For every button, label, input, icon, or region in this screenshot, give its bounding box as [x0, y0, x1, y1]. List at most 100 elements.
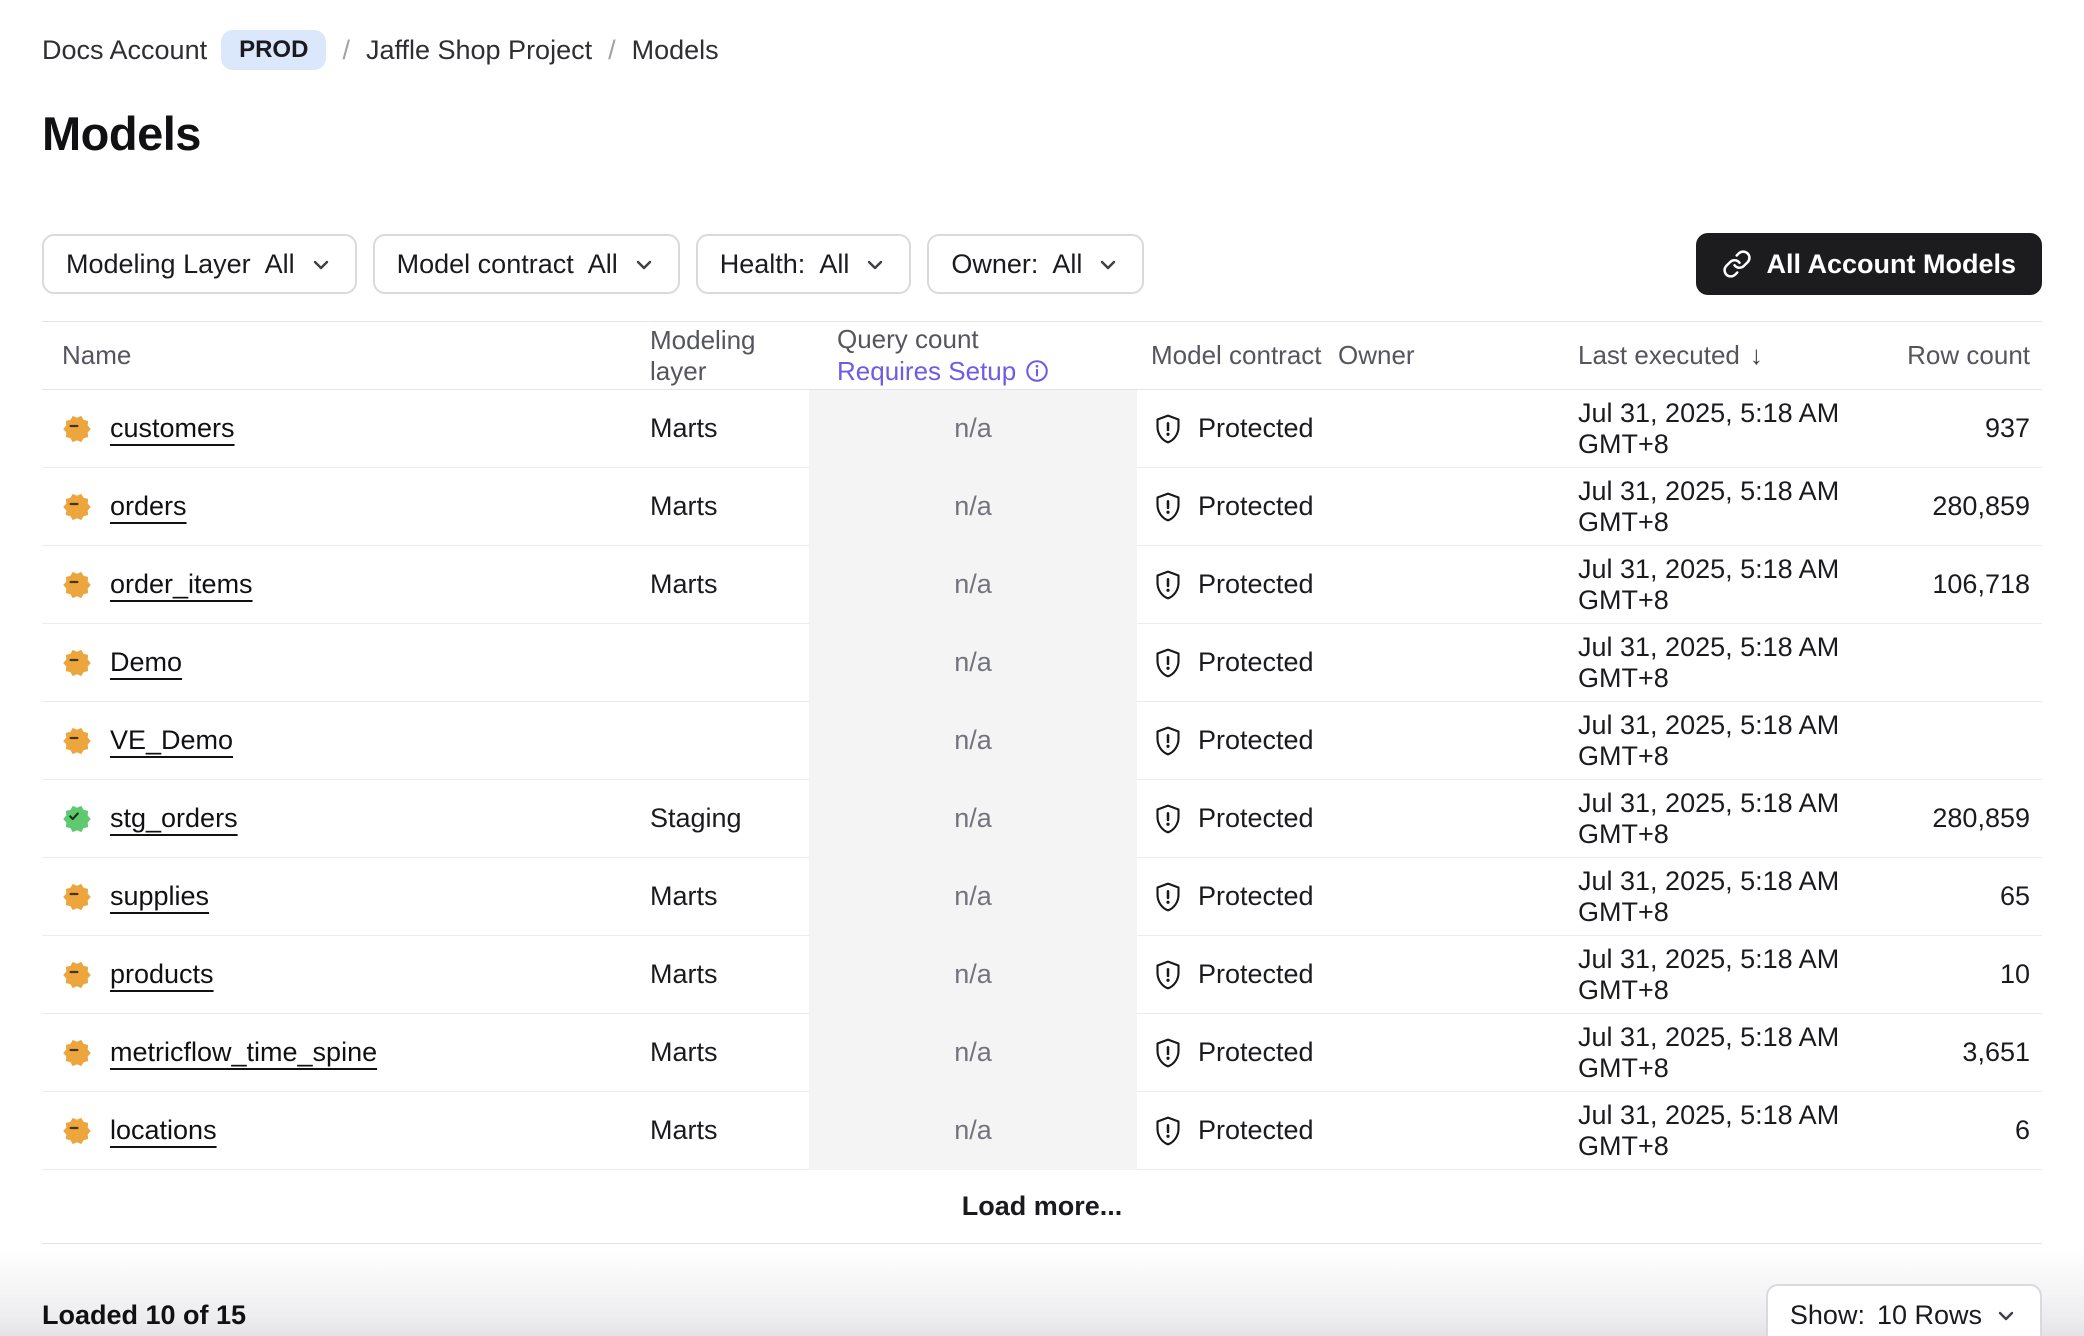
model-link[interactable]: VE_Demo	[110, 725, 233, 756]
model-contract-value: Protected	[1198, 1037, 1314, 1068]
filter-value: All	[1052, 249, 1082, 280]
name-cell: stg_orders	[42, 803, 650, 834]
model-contract-filter[interactable]: Model contract All	[373, 234, 680, 294]
shield-exclamation-icon	[1151, 646, 1185, 680]
health-success-seal-check-icon	[62, 804, 92, 834]
model-contract-cell: Protected	[1137, 802, 1330, 836]
health-warning-seal-minus-icon	[62, 882, 92, 912]
row-count-cell: 3,651	[1870, 1037, 2042, 1068]
filter-label: Modeling Layer	[66, 249, 251, 280]
query-count-value: n/a	[954, 803, 992, 833]
query-count-cell: n/a	[809, 725, 1137, 756]
query-count-cell: n/a	[809, 1115, 1137, 1146]
table-footer: Loaded 10 of 15 Show: 10 Rows	[42, 1284, 2042, 1336]
name-cell: orders	[42, 491, 650, 522]
link-icon	[1722, 249, 1752, 279]
query-count-cell: n/a	[809, 491, 1137, 522]
model-contract-value: Protected	[1198, 881, 1314, 912]
filter-bar: Modeling Layer All Model contract All He…	[42, 233, 2042, 295]
breadcrumb-account[interactable]: Docs Account	[42, 35, 207, 66]
modeling-layer-cell: Marts	[650, 413, 809, 444]
shield-exclamation-icon	[1151, 802, 1185, 836]
model-link[interactable]: stg_orders	[110, 803, 238, 834]
query-count-cell: n/a	[809, 959, 1137, 990]
query-count-value: n/a	[954, 1037, 992, 1067]
query-count-cell: n/a	[809, 803, 1137, 834]
name-cell: locations	[42, 1115, 650, 1146]
last-executed-cell: Jul 31, 2025, 5:18 AM GMT+8	[1570, 632, 1870, 694]
col-header-owner[interactable]: Owner	[1330, 340, 1570, 371]
query-count-value: n/a	[954, 959, 992, 989]
modeling-layer-cell: Marts	[650, 959, 809, 990]
query-count-value: n/a	[954, 491, 992, 521]
model-link[interactable]: supplies	[110, 881, 209, 912]
col-header-modeling-layer[interactable]: Modeling layer	[650, 325, 809, 387]
modeling-layer-cell: Marts	[650, 1037, 809, 1068]
model-link[interactable]: order_items	[110, 569, 253, 600]
model-link[interactable]: products	[110, 959, 214, 990]
last-executed-cell: Jul 31, 2025, 5:18 AM GMT+8	[1570, 866, 1870, 928]
name-cell: customers	[42, 413, 650, 444]
health-filter[interactable]: Health: All	[696, 234, 912, 294]
row-count-cell: 280,859	[1870, 803, 2042, 834]
environment-badge: PROD	[221, 30, 326, 70]
shield-exclamation-icon	[1151, 490, 1185, 524]
modeling-layer-cell: Marts	[650, 881, 809, 912]
health-warning-seal-minus-icon	[62, 492, 92, 522]
query-count-value: n/a	[954, 1115, 992, 1145]
health-warning-seal-minus-icon	[62, 960, 92, 990]
col-header-model-contract[interactable]: Model contract	[1137, 340, 1330, 371]
model-contract-value: Protected	[1198, 413, 1314, 444]
query-count-value: n/a	[954, 413, 992, 443]
health-warning-seal-minus-icon	[62, 570, 92, 600]
col-header-last-executed[interactable]: Last executed ↓	[1570, 340, 1870, 371]
load-more-button[interactable]: Load more...	[962, 1191, 1123, 1222]
name-cell: Demo	[42, 647, 650, 678]
model-link[interactable]: metricflow_time_spine	[110, 1037, 377, 1068]
show-rows-dropdown[interactable]: Show: 10 Rows	[1766, 1284, 2042, 1336]
shield-exclamation-icon	[1151, 724, 1185, 758]
all-account-models-label: All Account Models	[1766, 249, 2016, 280]
breadcrumb-current: Models	[632, 35, 719, 66]
query-count-cell: n/a	[809, 413, 1137, 444]
shield-exclamation-icon	[1151, 412, 1185, 446]
breadcrumb: Docs Account PROD / Jaffle Shop Project …	[42, 0, 2042, 70]
chevron-down-icon	[309, 253, 333, 277]
breadcrumb-project[interactable]: Jaffle Shop Project	[366, 35, 592, 66]
info-icon[interactable]	[1024, 358, 1050, 384]
model-contract-cell: Protected	[1137, 412, 1330, 446]
filter-value: All	[265, 249, 295, 280]
filter-value: All	[819, 249, 849, 280]
owner-filter[interactable]: Owner: All	[927, 234, 1144, 294]
models-page: Docs Account PROD / Jaffle Shop Project …	[0, 0, 2084, 1336]
name-cell: order_items	[42, 569, 650, 600]
query-count-value: n/a	[954, 569, 992, 599]
modeling-layer-filter[interactable]: Modeling Layer All	[42, 234, 357, 294]
loaded-status: Loaded 10 of 15	[42, 1300, 246, 1331]
model-contract-cell: Protected	[1137, 958, 1330, 992]
query-count-cell: n/a	[809, 569, 1137, 600]
modeling-layer-cell: Marts	[650, 1115, 809, 1146]
model-contract-cell: Protected	[1137, 1036, 1330, 1070]
model-link[interactable]: Demo	[110, 647, 182, 678]
models-table: Name Modeling layer Query count Requires…	[42, 321, 2042, 1244]
chevron-down-icon	[863, 253, 887, 277]
model-link[interactable]: customers	[110, 413, 235, 444]
query-count-value: n/a	[954, 881, 992, 911]
row-count-cell: 106,718	[1870, 569, 2042, 600]
all-account-models-button[interactable]: All Account Models	[1696, 233, 2042, 295]
requires-setup-label: Requires Setup	[837, 357, 1016, 386]
col-header-query-count: Query count Requires Setup	[809, 325, 1137, 385]
row-count-cell: 10	[1870, 959, 2042, 990]
health-warning-seal-minus-icon	[62, 414, 92, 444]
model-link[interactable]: orders	[110, 491, 187, 522]
shield-exclamation-icon	[1151, 958, 1185, 992]
health-warning-seal-minus-icon	[62, 648, 92, 678]
requires-setup-link[interactable]: Requires Setup	[837, 357, 1137, 386]
filter-label: Model contract	[397, 249, 574, 280]
filter-label: Owner:	[951, 249, 1038, 280]
model-link[interactable]: locations	[110, 1115, 217, 1146]
last-executed-cell: Jul 31, 2025, 5:18 AM GMT+8	[1570, 1100, 1870, 1162]
col-header-row-count[interactable]: Row count	[1870, 340, 2042, 371]
col-header-name[interactable]: Name	[42, 340, 650, 371]
